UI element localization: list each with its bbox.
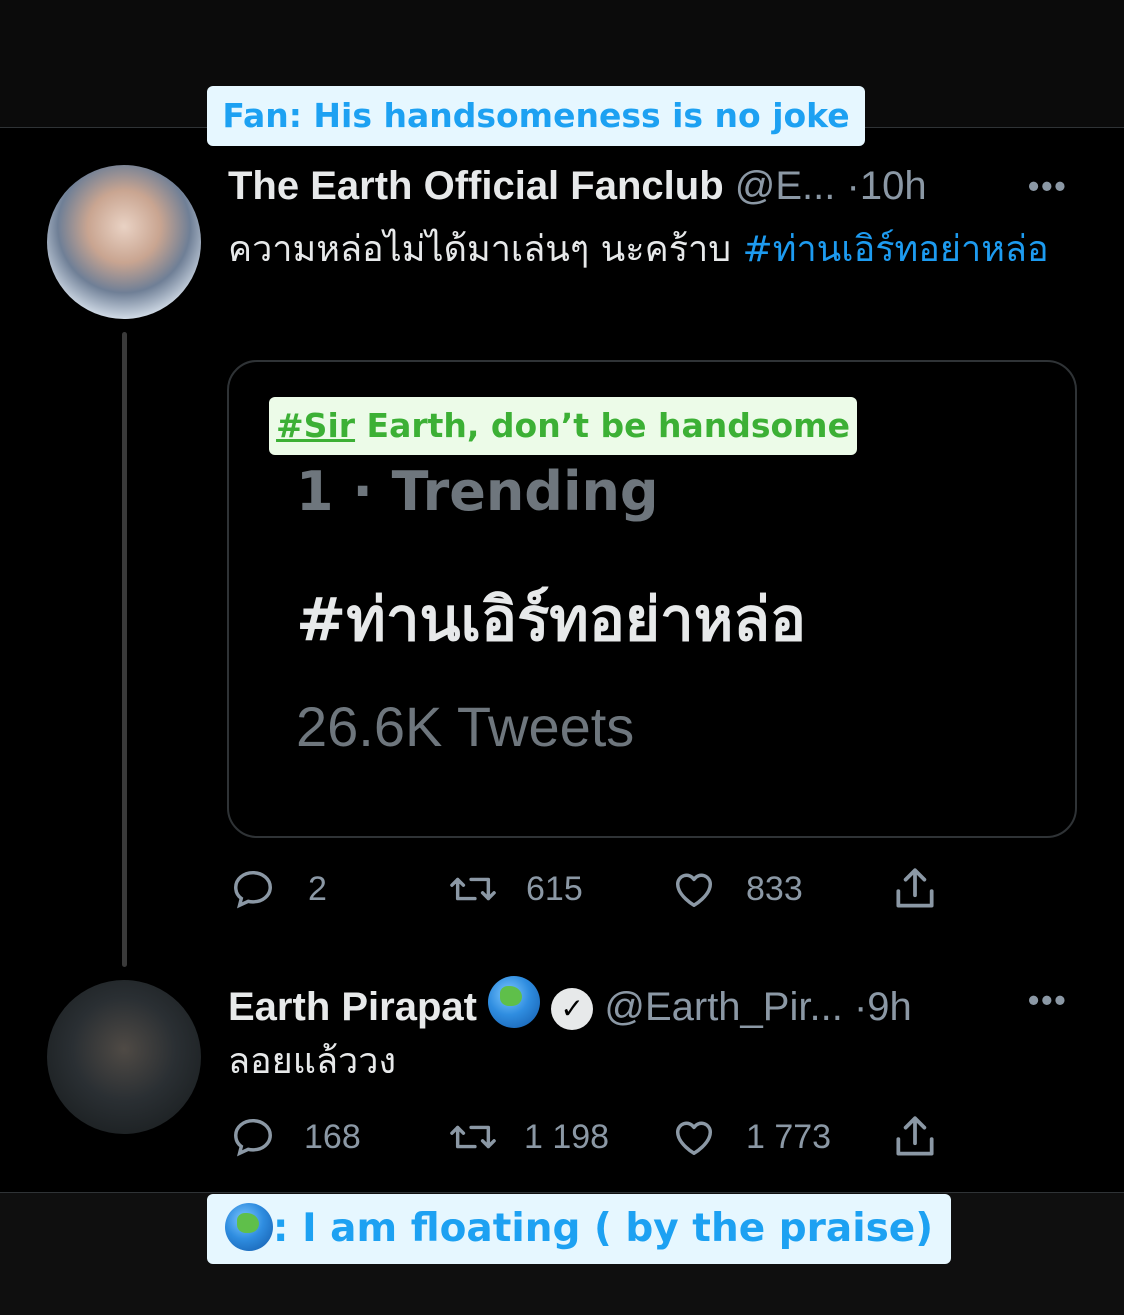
reply-icon xyxy=(234,870,272,909)
trend-hashtag: #ท่านเอิร์ทอย่าหล่อ xyxy=(296,585,807,655)
reply-count: 2 xyxy=(308,869,327,908)
share-button[interactable] xyxy=(890,864,940,914)
more-options-icon[interactable]: ••• xyxy=(1028,168,1068,205)
separator: · xyxy=(853,985,868,1029)
avatar-fanclub[interactable] xyxy=(47,165,201,319)
separator: · xyxy=(846,164,860,208)
share-icon xyxy=(896,1116,934,1156)
hashtag-link[interactable]: #ท่านเอิร์ทอย่าหล่อ xyxy=(743,229,1049,270)
retweet-count: 615 xyxy=(526,869,583,908)
handle[interactable]: @Earth_Pir... xyxy=(604,985,842,1029)
caption-translation: #Sir Earth, don’t be handsome xyxy=(269,397,857,455)
caption-text: Earth, don’t be handsome xyxy=(355,406,850,445)
retweet-button[interactable]: 1 198 xyxy=(448,1114,609,1160)
tweet-body: ความหล่อไม่ได้มาเล่นๆ นะคร้าบ xyxy=(228,229,743,270)
verified-badge-icon: ✓ xyxy=(551,988,594,1030)
tweet1-text: ความหล่อไม่ได้มาเล่นๆ นะคร้าบ #ท่านเอิร์… xyxy=(228,220,1058,280)
share-button[interactable] xyxy=(890,1112,940,1162)
caption-text: : I am floating ( by the praise) xyxy=(272,1206,934,1251)
display-name[interactable]: The Earth Official Fanclub xyxy=(228,164,724,208)
caption-fan: Fan: His handsomeness is no joke xyxy=(207,86,865,146)
caption-tag: #Sir xyxy=(276,406,356,445)
timestamp[interactable]: 9h xyxy=(867,985,912,1029)
reply-count: 168 xyxy=(304,1117,361,1156)
earth-globe-emoji xyxy=(488,976,541,1028)
tweet1-header: The Earth Official Fanclub @E... ·10h xyxy=(228,162,927,210)
retweet-icon xyxy=(450,1125,496,1149)
like-count: 1 773 xyxy=(746,1117,832,1156)
reply-icon xyxy=(234,1118,272,1157)
retweet-count: 1 198 xyxy=(524,1117,610,1156)
retweet-icon xyxy=(450,877,496,901)
share-icon xyxy=(896,868,934,908)
handle[interactable]: @E... xyxy=(735,164,836,208)
avatar-earth-pirapat[interactable] xyxy=(47,980,201,1134)
tweet2-header: Earth Pirapat ✓ @Earth_Pir... ·9h xyxy=(228,976,912,1031)
earth-globe-emoji xyxy=(224,1203,273,1251)
like-count: 833 xyxy=(746,869,803,908)
thread-line xyxy=(122,332,127,967)
heart-icon xyxy=(675,873,713,908)
heart-icon xyxy=(675,1121,713,1156)
like-button[interactable]: 1 773 xyxy=(670,1114,831,1160)
like-button[interactable]: 833 xyxy=(670,866,803,912)
caption-earth-reply: : I am floating ( by the praise) xyxy=(207,1194,951,1264)
more-options-icon[interactable]: ••• xyxy=(1028,982,1068,1019)
trend-count: 26.6K Tweets xyxy=(296,695,635,758)
retweet-button[interactable]: 615 xyxy=(448,866,583,912)
tweet2-text: ลอยแล้ววง xyxy=(228,1041,397,1082)
timestamp[interactable]: 10h xyxy=(860,164,927,208)
reply-button[interactable]: 168 xyxy=(230,1114,361,1160)
trend-rank: 1 · Trending xyxy=(296,460,659,523)
reply-button[interactable]: 2 xyxy=(230,866,327,912)
display-name[interactable]: Earth Pirapat xyxy=(228,985,477,1029)
